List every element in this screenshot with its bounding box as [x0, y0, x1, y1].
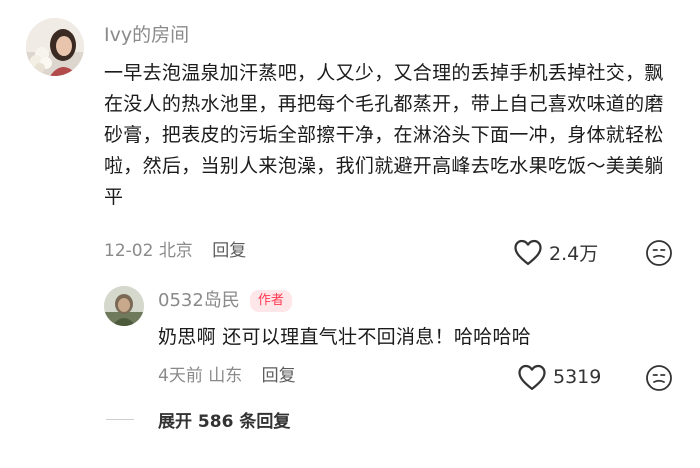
comment-meta: 12-02 北京 回复 [104, 239, 246, 263]
expand-replies-button[interactable]: 展开 586 条回复 [158, 407, 290, 432]
heart-outline-icon [518, 364, 546, 390]
reply-date: 4天前 [158, 366, 203, 386]
reply-like-button[interactable]: 5319 [517, 363, 601, 391]
expand-divider [106, 419, 134, 420]
reply-button[interactable]: 回复 [212, 241, 246, 261]
dislike-button[interactable] [645, 239, 673, 267]
like-count: 2.4万 [549, 242, 599, 265]
reply-dislike-button[interactable] [645, 364, 673, 392]
reply-location: 山东 [208, 366, 243, 386]
like-button[interactable]: 2.4万 [513, 238, 598, 266]
comment-location: 北京 [158, 241, 193, 261]
heart-outline-icon [514, 239, 542, 265]
reply-avatar[interactable] [104, 286, 144, 326]
author-badge: 作者 [249, 290, 292, 312]
reply-username-row: 0532岛民 作者 [158, 288, 292, 314]
reply-like-count: 5319 [553, 366, 602, 388]
avatar[interactable] [26, 18, 84, 76]
comment-date: 12-02 [104, 241, 154, 261]
comment-username[interactable]: Ivy的房间 [104, 22, 189, 48]
expand-replies-label: 展开 586 条回复 [158, 412, 291, 432]
reply-meta: 4天前 山东 回复 [158, 364, 296, 388]
reply-text: 奶思啊 还可以理直气壮不回消息！哈哈哈哈 [158, 326, 532, 348]
reply-username[interactable]: 0532岛民 [158, 288, 240, 314]
reply-avatar-image [104, 286, 144, 326]
avatar-image [26, 18, 84, 76]
reply-reply-button[interactable]: 回复 [262, 366, 296, 386]
meh-face-icon [646, 365, 672, 391]
meh-face-icon [646, 240, 672, 266]
comment-text: 一早去泡温泉加汗蒸吧，人又少，又合理的丢掉手机丢掉社交，飘在没人的热水池里，再把… [104, 62, 664, 208]
